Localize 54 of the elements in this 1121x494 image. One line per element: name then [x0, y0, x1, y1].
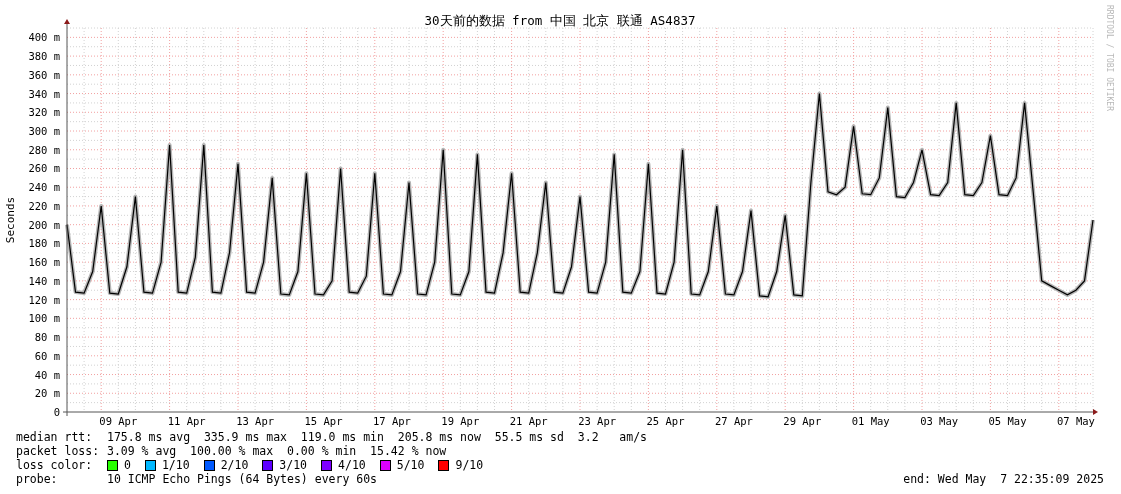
y-tick-label: 40 m [34, 368, 60, 381]
x-tick-label: 23 Apr [578, 415, 617, 427]
x-tick-label: 11 Apr [167, 415, 206, 427]
x-tick-label: 27 Apr [714, 415, 753, 427]
x-tick-label: 03 May [920, 415, 959, 427]
x-tick-label: 09 Apr [99, 415, 138, 427]
y-tick-label: 360 m [28, 68, 60, 81]
y-tick-label: 20 m [34, 387, 60, 400]
swatch-label: 5/10 [396, 458, 425, 472]
y-tick-label: 280 m [28, 143, 60, 156]
x-tick-label: 19 Apr [441, 415, 480, 427]
legend-label: probe: [16, 472, 59, 486]
y-tick-label: 120 m [28, 293, 60, 306]
y-tick-label: 340 m [28, 87, 60, 100]
x-tick-label: 25 Apr [646, 415, 685, 427]
y-axis-label: Seconds [4, 196, 17, 244]
y-tick-label: 240 m [28, 181, 60, 194]
x-tick-label: 05 May [988, 415, 1027, 427]
end-time: end: Wed May 7 22:35:09 2025 [903, 472, 1104, 486]
y-tick-label: 220 m [28, 199, 60, 212]
x-tick-label: 01 May [851, 415, 890, 427]
chart-title: 30天前的数据 from 中国 北京 联通 AS4837 [424, 13, 696, 28]
y-tick-label: 320 m [28, 106, 60, 119]
y-tick-label: 260 m [28, 162, 60, 175]
y-tick-label: 100 m [28, 312, 60, 325]
swatch-label: 3/10 [279, 458, 308, 472]
y-tick-label: 140 m [28, 274, 60, 287]
y-tick-label: 0 [53, 406, 60, 418]
swatch-label: 4/10 [338, 458, 366, 472]
y-tick-label: 300 m [28, 125, 60, 137]
swatch-label: 9/10 [455, 458, 484, 472]
x-tick-label: 21 Apr [509, 415, 548, 427]
vendor-text: RRDTOOL / TOBI OETIKER [1105, 5, 1114, 111]
legend-values: 175.8 ms avg 335.9 ms max 119.0 ms min 205.8 ms now 55.5 ms sd 3.2 am/s [107, 430, 648, 444]
swatch-label: 2/10 [220, 458, 249, 472]
y-tick-label: 380 m [28, 50, 60, 63]
swatch-label: 1/10 [161, 458, 190, 472]
y-tick-label: 160 m [28, 256, 60, 269]
probe-text: 10 ICMP Echo Pings (64 Bytes) every 60s [107, 472, 378, 486]
swatch-label: 0 [124, 458, 131, 472]
x-tick-label: 29 Apr [783, 415, 822, 427]
legend-values: 3.09 % avg 100.00 % max 0.00 % min 15.42 % now [107, 444, 447, 458]
legend-label: packet loss: [16, 444, 101, 458]
y-tick-label: 80 m [34, 331, 60, 344]
x-tick-label: 15 Apr [304, 415, 343, 427]
y-tick-label: 200 m [28, 218, 60, 231]
x-tick-label: 07 May [1056, 415, 1095, 427]
legend-label: median rtt: [16, 430, 94, 444]
y-tick-label: 180 m [28, 237, 60, 250]
x-tick-label: 17 Apr [372, 415, 411, 427]
legend-label: loss color: [16, 458, 94, 472]
x-tick-label: 13 Apr [236, 415, 275, 427]
y-tick-label: 60 m [34, 349, 60, 362]
y-tick-label: 400 m [28, 31, 60, 44]
